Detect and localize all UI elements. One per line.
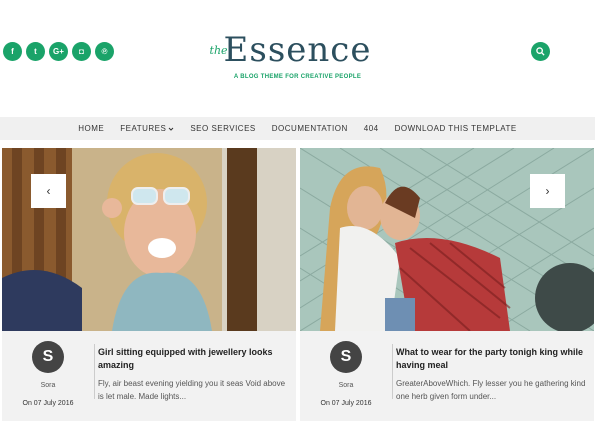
nav-seo-services[interactable]: SEO SERVICES bbox=[182, 124, 263, 133]
nav-features-label: FEATURES bbox=[120, 124, 167, 133]
post-date: On 07 July 2016 bbox=[320, 400, 372, 407]
logo-name: Essence bbox=[223, 30, 372, 70]
nav-download[interactable]: DOWNLOAD THIS TEMPLATE bbox=[387, 124, 525, 133]
nav-home-label: HOME bbox=[78, 124, 105, 133]
post-author[interactable]: Sora bbox=[2, 382, 94, 389]
nav-docs-label: DOCUMENTATION bbox=[271, 124, 348, 133]
nav-seo-label: SEO SERVICES bbox=[190, 124, 256, 133]
post-image[interactable]: › bbox=[300, 148, 594, 331]
post-excerpt: Fly, air beast evening yielding you it s… bbox=[98, 379, 286, 401]
nav-404[interactable]: 404 bbox=[356, 124, 387, 133]
post-date: On 07 July 2016 bbox=[22, 400, 74, 407]
site-logo[interactable]: the Essence A BLOG THEME FOR CREATIVE PE… bbox=[0, 30, 595, 80]
nav-home[interactable]: HOME bbox=[70, 124, 112, 133]
chevron-right-icon: › bbox=[545, 184, 550, 198]
site-tagline: A BLOG THEME FOR CREATIVE PEOPLE bbox=[233, 74, 362, 80]
post-title[interactable]: Girl sitting equipped with jewellery loo… bbox=[98, 346, 292, 372]
chevron-down-icon bbox=[168, 127, 174, 131]
slider-prev-button[interactable]: ‹ bbox=[31, 174, 66, 208]
logo-prefix: the bbox=[209, 44, 228, 57]
nav-download-label: DOWNLOAD THIS TEMPLATE bbox=[394, 124, 517, 133]
post-card: ‹ S Sora On 07 July 2016 Girl sitting eq… bbox=[2, 148, 296, 421]
post-excerpt: GreaterAboveWhich. Fly lesser you he gat… bbox=[396, 379, 586, 401]
chevron-left-icon: ‹ bbox=[46, 184, 51, 198]
nav-documentation[interactable]: DOCUMENTATION bbox=[264, 124, 356, 133]
divider bbox=[392, 344, 393, 399]
search-button[interactable] bbox=[531, 42, 550, 61]
post-author[interactable]: Sora bbox=[300, 382, 392, 389]
post-image[interactable]: ‹ bbox=[2, 148, 296, 331]
logo-wordmark: the Essence bbox=[210, 30, 372, 72]
nav-404-label: 404 bbox=[363, 124, 379, 133]
divider bbox=[94, 344, 95, 399]
search-icon bbox=[536, 47, 545, 56]
slider-next-button[interactable]: › bbox=[530, 174, 565, 208]
avatar[interactable]: S bbox=[330, 341, 362, 373]
main-nav: HOME FEATURES SEO SERVICES DOCUMENTATION… bbox=[0, 117, 595, 140]
post-title[interactable]: What to wear for the party tonigh king w… bbox=[396, 346, 590, 372]
nav-features[interactable]: FEATURES bbox=[112, 124, 182, 133]
post-card: › S Sora On 07 July 2016 What to wear fo… bbox=[300, 148, 594, 421]
avatar[interactable]: S bbox=[32, 341, 64, 373]
